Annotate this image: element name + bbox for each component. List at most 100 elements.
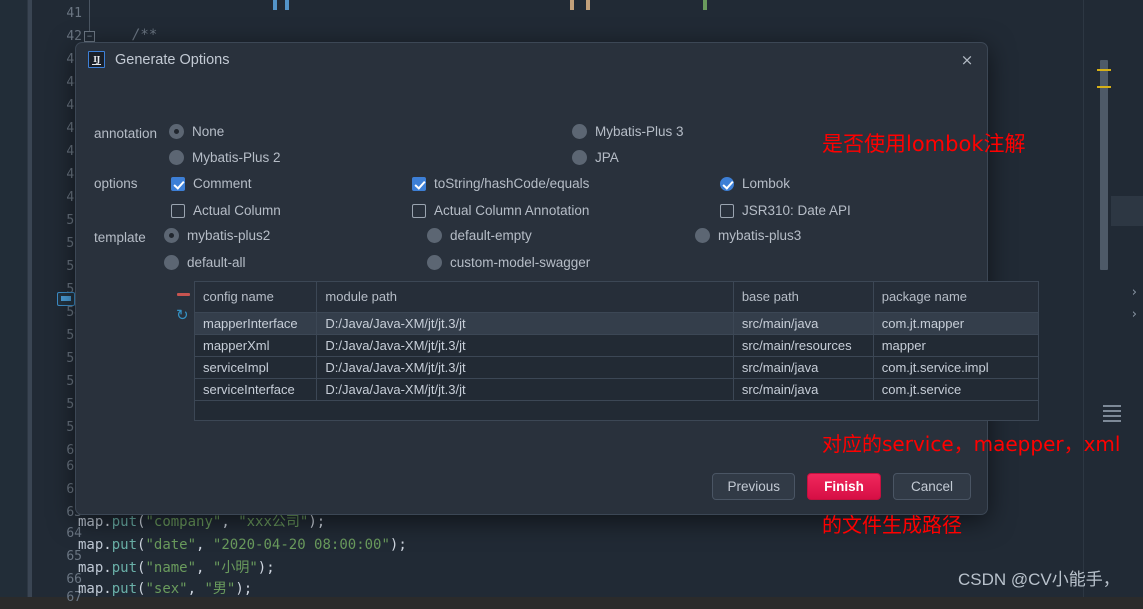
radio-template-custom-model-swagger[interactable]: custom-model-swagger xyxy=(427,255,590,270)
radio-indicator xyxy=(164,255,179,270)
line-number: 41 xyxy=(42,2,82,25)
code-line: map.put("name", "小明"); xyxy=(78,557,275,580)
cell-package-name[interactable]: com.jt.service.impl xyxy=(873,356,1038,378)
cell-module-path[interactable]: D:/Java/Java-XM/jt/jt.3/jt xyxy=(317,378,733,400)
cell-base-path[interactable]: src/main/java xyxy=(733,356,873,378)
code-line: map.put("sex", "男"); xyxy=(78,578,252,601)
warning-marker[interactable] xyxy=(1097,69,1111,71)
radio-template-default-all[interactable]: default-all xyxy=(164,255,246,270)
checkbox-label: toString/hashCode/equals xyxy=(434,176,589,191)
radio-indicator xyxy=(169,150,184,165)
cell-config-name[interactable]: serviceInterface xyxy=(195,378,317,400)
options-section-label: options xyxy=(94,176,138,191)
cell-module-path[interactable]: D:/Java/Java-XM/jt/jt.3/jt xyxy=(317,356,733,378)
checkbox-actual-column[interactable]: Actual Column xyxy=(171,203,281,218)
csdn-watermark: CSDN @CV小能手， xyxy=(958,565,1120,590)
radio-indicator xyxy=(695,228,710,243)
cell-module-path[interactable]: D:/Java/Java-XM/jt/jt.3/jt xyxy=(317,334,733,356)
table-row[interactable]: mapperInterface D:/Java/Java-XM/jt/jt.3/… xyxy=(195,312,1038,334)
previous-button[interactable]: Previous xyxy=(712,473,795,500)
line-number: 65 xyxy=(42,545,82,568)
radio-indicator xyxy=(572,124,587,139)
checkbox-label: Actual Column Annotation xyxy=(434,203,589,218)
annotation-lombok-note: 是否使用lombok注解 xyxy=(822,128,1025,158)
checkbox-indicator xyxy=(720,204,734,218)
refresh-icon[interactable]: ↻ xyxy=(176,308,191,323)
template-section-label: template xyxy=(94,230,146,245)
table-row[interactable]: mapperXml D:/Java/Java-XM/jt/jt.3/jt src… xyxy=(195,334,1038,356)
radio-indicator xyxy=(427,255,442,270)
radio-label: custom-model-swagger xyxy=(450,255,590,270)
radio-label: JPA xyxy=(595,150,619,165)
checkbox-label: Comment xyxy=(193,176,252,191)
code-line: map.put("date", "2020-04-20 08:00:00"); xyxy=(78,534,407,557)
checkbox-tostring-hashcode-equals[interactable]: toString/hashCode/equals xyxy=(412,176,589,191)
radio-label: Mybatis-Plus 3 xyxy=(595,124,684,139)
radio-indicator xyxy=(164,228,179,243)
column-header-config-name[interactable]: config name xyxy=(195,282,317,312)
radio-label: Mybatis-Plus 2 xyxy=(192,150,281,165)
annotation-paths-line1: 对应的service，maepper，xml xyxy=(822,431,1120,458)
radio-template-mybatis-plus2[interactable]: mybatis-plus2 xyxy=(164,228,270,243)
radio-label: mybatis-plus3 xyxy=(718,228,801,243)
checkbox-label: Lombok xyxy=(742,176,790,191)
cell-base-path[interactable]: src/main/java xyxy=(733,312,873,334)
table-toolbar: ↻ xyxy=(174,283,194,323)
checkbox-jsr310-date-api[interactable]: JSR310: Date API xyxy=(720,203,851,218)
radio-label: None xyxy=(192,124,224,139)
radio-label: default-all xyxy=(187,255,246,270)
annotation-section-label: annotation xyxy=(94,126,157,141)
code-fold-toggle-icon[interactable]: − xyxy=(84,31,95,42)
cell-base-path[interactable]: src/main/resources xyxy=(733,334,873,356)
cell-package-name[interactable]: com.jt.mapper xyxy=(873,312,1038,334)
radio-annotation-mybatis-plus-3[interactable]: Mybatis-Plus 3 xyxy=(572,124,684,139)
warning-marker[interactable] xyxy=(1097,86,1111,88)
chevron-right-icon[interactable]: › xyxy=(1132,307,1137,322)
checkbox-indicator xyxy=(412,177,426,191)
line-number: 67 xyxy=(42,586,82,609)
cell-config-name[interactable]: mapperInterface xyxy=(195,312,317,334)
radio-indicator xyxy=(572,150,587,165)
checkbox-indicator xyxy=(412,204,426,218)
radio-label: mybatis-plus2 xyxy=(187,228,270,243)
radio-template-default-empty[interactable]: default-empty xyxy=(427,228,532,243)
remove-row-icon[interactable] xyxy=(177,293,190,296)
checkbox-indicator xyxy=(171,204,185,218)
tool-window-tab-strip[interactable] xyxy=(1111,196,1143,226)
annotation-paths-note: 对应的service，maepper，xml 的文件生成路径 xyxy=(822,377,1120,566)
cell-module-path[interactable]: D:/Java/Java-XM/jt/jt.3/jt xyxy=(317,312,733,334)
line-number: 64 xyxy=(42,522,82,545)
radio-annotation-none[interactable]: None xyxy=(169,124,224,139)
checkbox-actual-column-annotation[interactable]: Actual Column Annotation xyxy=(412,203,589,218)
table-header-row: config name module path base path packag… xyxy=(195,282,1038,312)
cell-config-name[interactable]: mapperXml xyxy=(195,334,317,356)
dialog-titlebar[interactable]: Generate Options × xyxy=(76,43,987,76)
dialog-title: Generate Options xyxy=(115,52,229,68)
table-row[interactable]: serviceImpl D:/Java/Java-XM/jt/jt.3/jt s… xyxy=(195,356,1038,378)
chevron-right-icon[interactable]: › xyxy=(1132,285,1137,300)
column-header-package-name[interactable]: package name xyxy=(873,282,1038,312)
close-icon[interactable]: × xyxy=(959,52,975,68)
checkbox-label: JSR310: Date API xyxy=(742,203,851,218)
checkbox-indicator xyxy=(720,177,734,191)
radio-indicator xyxy=(427,228,442,243)
radio-label: default-empty xyxy=(450,228,532,243)
checkbox-lombok[interactable]: Lombok xyxy=(720,176,790,191)
intellij-idea-icon xyxy=(88,51,105,68)
radio-annotation-mybatis-plus-2[interactable]: Mybatis-Plus 2 xyxy=(169,150,281,165)
editor-scrollbar-thumb[interactable] xyxy=(1100,60,1108,270)
checkbox-label: Actual Column xyxy=(193,203,281,218)
cell-config-name[interactable]: serviceImpl xyxy=(195,356,317,378)
checkbox-indicator xyxy=(171,177,185,191)
ide-left-toolwindow-strip xyxy=(0,0,28,597)
gutter-bookmark-icon[interactable] xyxy=(57,292,75,306)
radio-template-mybatis-plus3[interactable]: mybatis-plus3 xyxy=(695,228,801,243)
annotation-paths-line2: 的文件生成路径 xyxy=(822,512,1120,539)
code-fold-guide xyxy=(89,0,90,32)
cell-package-name[interactable]: mapper xyxy=(873,334,1038,356)
checkbox-comment[interactable]: Comment xyxy=(171,176,252,191)
column-header-base-path[interactable]: base path xyxy=(733,282,873,312)
column-header-module-path[interactable]: module path xyxy=(317,282,733,312)
radio-indicator xyxy=(169,124,184,139)
radio-annotation-jpa[interactable]: JPA xyxy=(572,150,619,165)
